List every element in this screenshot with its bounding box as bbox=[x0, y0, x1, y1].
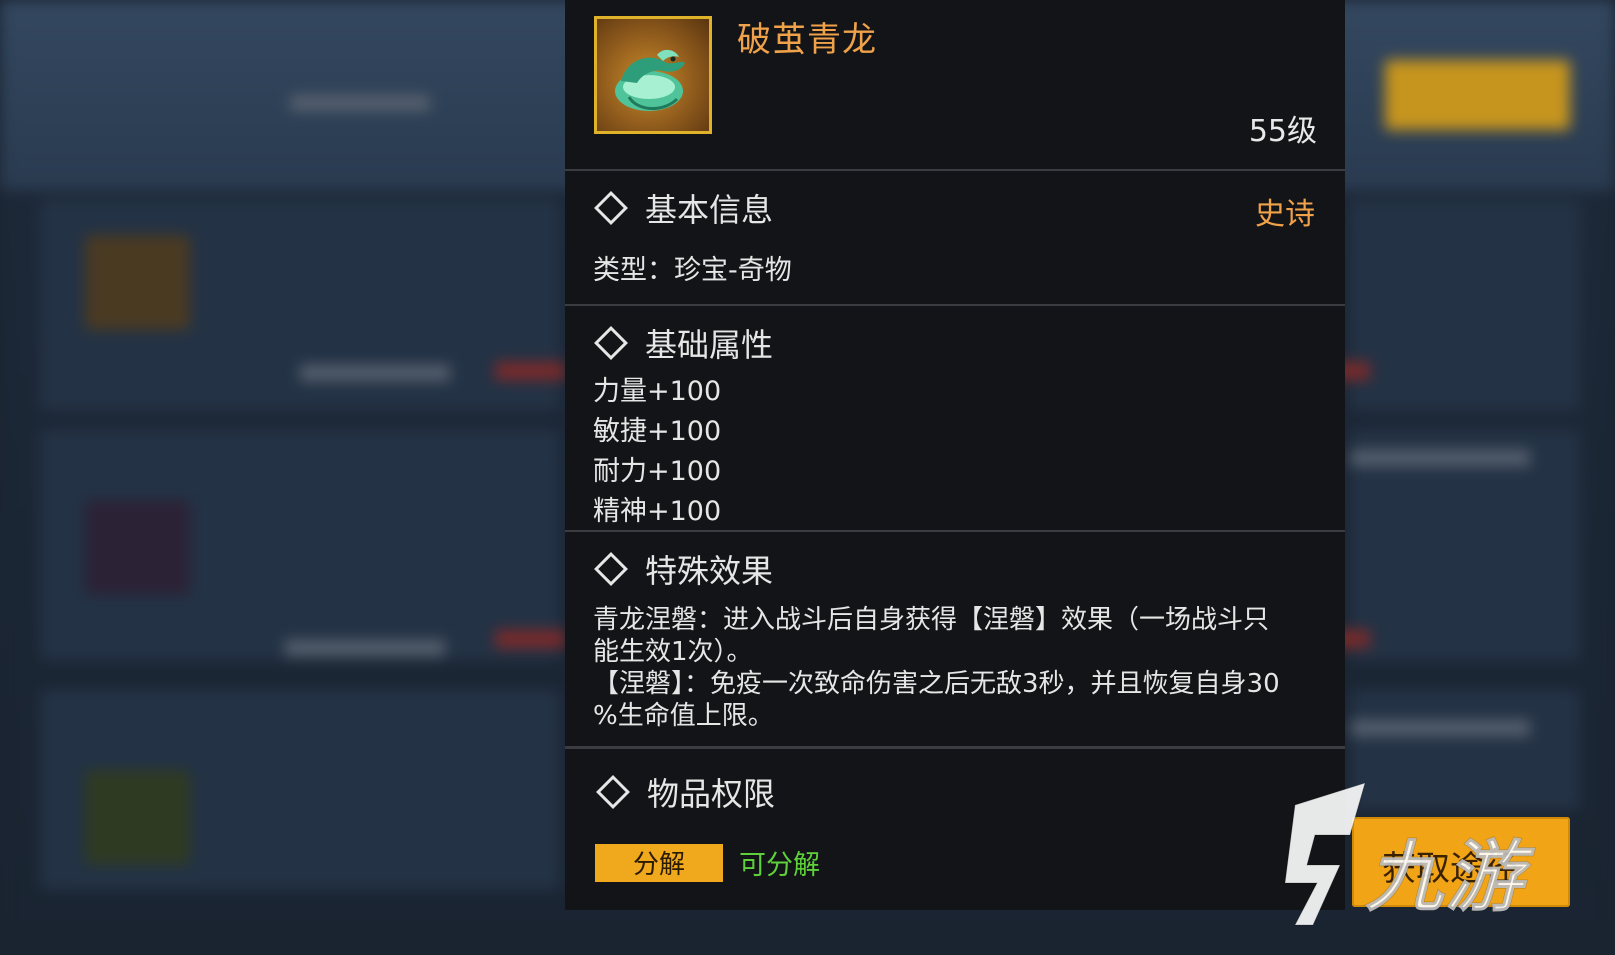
section-title: 基础属性 bbox=[593, 306, 1317, 366]
section-base-attributes: 基础属性 力量+100 敏捷+100 耐力+100 精神+100 bbox=[565, 306, 1345, 532]
effect-line: 能生效1次）。 bbox=[593, 637, 753, 667]
item-name: 破茧青龙 bbox=[737, 20, 877, 60]
item-type: 类型：珍宝-奇物 bbox=[593, 255, 792, 286]
attribute-line: 耐力+100 bbox=[593, 456, 722, 487]
section-permissions: 物品权限 分解 可分解 bbox=[565, 749, 1345, 882]
base-attributes-title: 基础属性 bbox=[645, 326, 774, 364]
special-effect-title: 特殊效果 bbox=[645, 552, 774, 590]
permission-row: 分解 可分解 bbox=[565, 843, 1345, 882]
item-tooltip: 破茧青龙 55级 基本信息 史诗 类型：珍宝-奇物 基础属性 力量+100 敏捷… bbox=[565, 0, 1345, 910]
game-screen: 破茧青龙 55级 基本信息 史诗 类型：珍宝-奇物 基础属性 力量+100 敏捷… bbox=[0, 0, 1615, 955]
section-title: 特殊效果 bbox=[593, 532, 1317, 592]
disassemble-status: 可分解 bbox=[739, 850, 820, 881]
diamond-icon bbox=[594, 326, 628, 360]
section-title: 物品权限 bbox=[565, 749, 1345, 815]
section-basic-info: 基本信息 史诗 类型：珍宝-奇物 bbox=[565, 171, 1345, 306]
item-level: 55级 bbox=[1248, 114, 1317, 149]
attribute-line: 力量+100 bbox=[593, 376, 722, 407]
disassemble-button[interactable]: 分解 bbox=[595, 843, 723, 882]
effect-line: 【涅磐】：免疫一次致命伤害之后无敌3秒，并且恢复自身30 bbox=[593, 669, 1280, 699]
rarity-label: 史诗 bbox=[1255, 197, 1315, 232]
permissions-title: 物品权限 bbox=[647, 775, 776, 813]
diamond-icon bbox=[596, 775, 630, 809]
green-dragon-icon bbox=[594, 16, 712, 134]
watermark-logo: 九游 bbox=[1255, 775, 1595, 935]
watermark-text: 九游 bbox=[1364, 833, 1526, 924]
effect-line: 青龙涅磐：进入战斗后自身获得【涅磐】效果（一场战斗只 bbox=[593, 605, 1270, 635]
attribute-line: 精神+100 bbox=[593, 496, 722, 527]
diamond-icon bbox=[594, 191, 628, 225]
attribute-line: 敏捷+100 bbox=[593, 416, 722, 447]
basic-info-title: 基本信息 bbox=[645, 191, 774, 229]
diamond-icon bbox=[594, 552, 628, 586]
section-special-effect: 特殊效果 青龙涅磐：进入战斗后自身获得【涅磐】效果（一场战斗只 能生效1次）。 … bbox=[565, 532, 1345, 749]
item-header: 破茧青龙 55级 bbox=[565, 0, 1345, 171]
effect-line: %生命值上限。 bbox=[593, 701, 774, 731]
section-title: 基本信息 bbox=[593, 171, 1317, 231]
